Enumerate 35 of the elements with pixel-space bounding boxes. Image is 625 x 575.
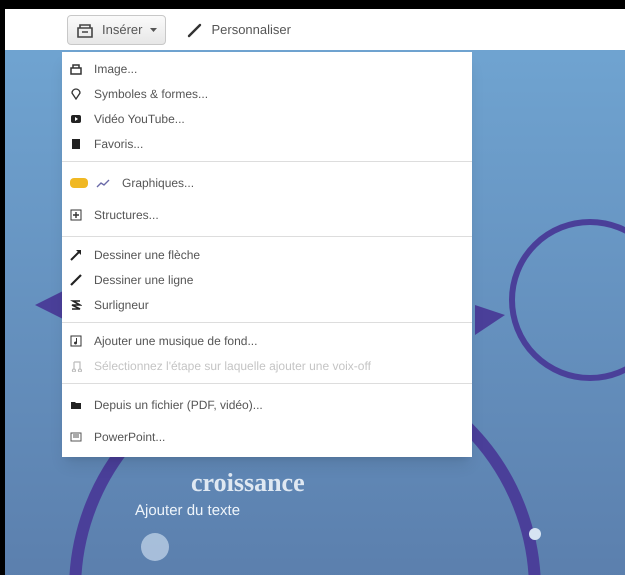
- menu-item[interactable]: Vidéo YouTube...: [62, 106, 472, 131]
- arrow-icon: [70, 248, 82, 260]
- folder-icon: [70, 399, 82, 411]
- menu-item[interactable]: Structures...: [62, 199, 472, 231]
- menu-item[interactable]: Favoris...: [62, 131, 472, 156]
- line-icon: [70, 274, 82, 286]
- caret-icon: [150, 28, 158, 32]
- customize-button[interactable]: Personnaliser: [178, 14, 300, 44]
- bookmark-icon: [70, 138, 82, 150]
- menu-item[interactable]: Depuis un fichier (PDF, vidéo)...: [62, 389, 472, 421]
- pencil-icon: [187, 22, 204, 38]
- menu-item[interactable]: Surligneur: [62, 292, 472, 317]
- inbox-icon: [70, 62, 82, 74]
- menu-item[interactable]: Graphiques...: [62, 167, 472, 199]
- plus-square-icon: [70, 209, 82, 221]
- music-note-icon: [70, 360, 82, 372]
- menu-item[interactable]: Image...: [62, 56, 472, 81]
- highlighter-icon: [70, 298, 82, 310]
- menu-item[interactable]: Dessiner une flèche: [62, 242, 472, 267]
- music-note-icon: [70, 334, 82, 346]
- menu-item[interactable]: Ajouter une musique de fond...: [62, 328, 472, 353]
- pin-icon: [70, 88, 82, 100]
- line-chart-icon: [96, 177, 110, 189]
- slide-text: Ajouter du texte: [135, 501, 240, 521]
- light-dot: [141, 533, 169, 561]
- light-dot: [529, 528, 541, 540]
- video-icon: [70, 112, 82, 124]
- menu-item[interactable]: PowerPoint...: [62, 421, 472, 453]
- slides-icon: [70, 431, 82, 443]
- menu-item[interactable]: Symboles & formes...: [62, 81, 472, 106]
- slide-title: croissance: [191, 470, 305, 496]
- triangle-drawing: [475, 305, 505, 335]
- inbox-icon: [76, 22, 94, 38]
- insert-button[interactable]: Insérer: [67, 14, 166, 44]
- menu-item[interactable]: Dessiner une ligne: [62, 267, 472, 292]
